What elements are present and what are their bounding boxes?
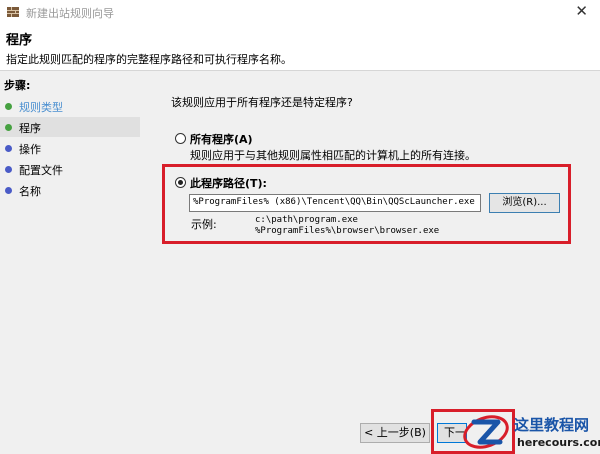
step-dot-icon	[5, 103, 12, 110]
sidebar-item-label: 名称	[19, 185, 41, 198]
watermark: 这里教程网 herecours.com	[462, 410, 600, 454]
wizard-header: 程序 指定此规则匹配的程序的完整程序路径和可执行程序名称。	[0, 24, 600, 68]
sidebar-item-name[interactable]: 名称	[0, 180, 140, 200]
step-dot-icon	[5, 187, 12, 194]
sidebar-item-action[interactable]: 操作	[0, 138, 140, 158]
all-programs-description: 规则应用于与其他规则属性相匹配的计算机上的所有连接。	[190, 149, 476, 162]
watermark-url: herecours.com	[517, 436, 600, 449]
sidebar-item-rule-type[interactable]: 规则类型	[0, 96, 140, 116]
example-path-1: c:\path\program.exe	[255, 215, 358, 225]
question-text: 该规则应用于所有程序还是特定程序?	[171, 96, 353, 109]
example-path-2: %ProgramFiles%\browser\browser.exe	[255, 226, 440, 236]
example-label: 示例:	[191, 218, 217, 231]
this-program-label[interactable]: 此程序路径(T):	[190, 175, 267, 191]
firewall-app-icon	[7, 7, 19, 17]
program-path-input[interactable]: %ProgramFiles% (x86)\Tencent\QQ\Bin\QQSc…	[189, 194, 481, 212]
steps-title: 步骤:	[4, 79, 31, 92]
sidebar-item-label: 配置文件	[19, 164, 63, 177]
back-button[interactable]: < 上一步(B)	[360, 423, 430, 443]
steps-sidebar: 步骤: 规则类型 程序 操作 配置文件 名称	[0, 71, 145, 454]
all-programs-label[interactable]: 所有程序(A)	[190, 131, 253, 147]
step-dot-icon	[5, 145, 12, 152]
title-bar: 新建出站规则向导 ✕	[0, 0, 600, 24]
this-program-radio[interactable]	[175, 177, 186, 188]
wizard-content: 该规则应用于所有程序还是特定程序? 所有程序(A) 规则应用于与其他规则属性相匹…	[145, 71, 600, 454]
sidebar-item-label: 操作	[19, 143, 41, 156]
all-programs-radio[interactable]	[175, 133, 186, 144]
browse-button[interactable]: 浏览(R)...	[489, 193, 560, 213]
sidebar-item-profile[interactable]: 配置文件	[0, 159, 140, 179]
step-dot-icon	[5, 166, 12, 173]
sidebar-item-program[interactable]: 程序	[0, 117, 140, 137]
close-icon[interactable]: ✕	[575, 3, 588, 19]
page-description: 指定此规则匹配的程序的完整程序路径和可执行程序名称。	[6, 53, 292, 66]
sidebar-item-label: 程序	[19, 122, 41, 135]
step-dot-icon	[5, 124, 12, 131]
page-title: 程序	[6, 33, 33, 48]
watermark-name: 这里教程网	[514, 416, 590, 434]
sidebar-item-label: 规则类型	[19, 101, 63, 114]
site-logo-icon	[463, 415, 509, 449]
window-title: 新建出站规则向导	[26, 7, 114, 20]
